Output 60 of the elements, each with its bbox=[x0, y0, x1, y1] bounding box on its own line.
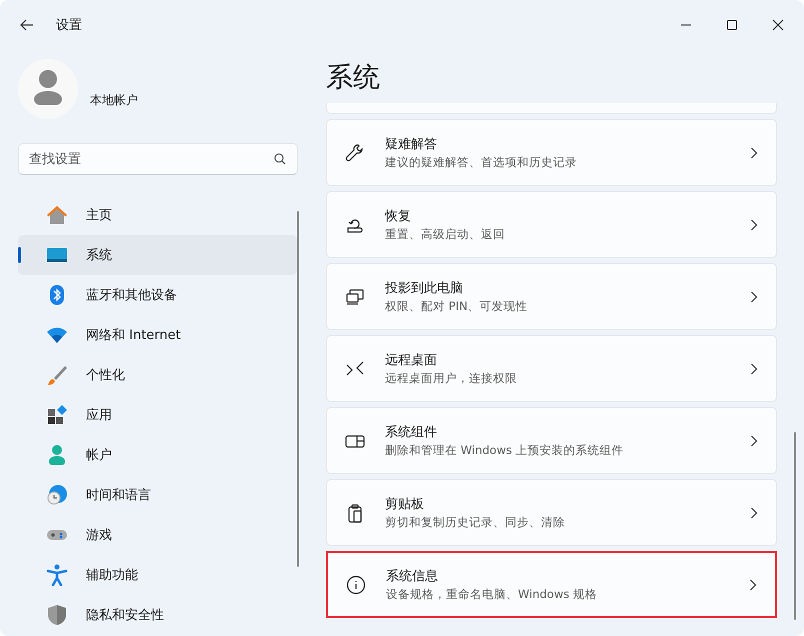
chevron-icon bbox=[750, 290, 758, 302]
maximize-icon[interactable] bbox=[726, 19, 738, 31]
chevron-icon bbox=[750, 362, 758, 374]
back-icon[interactable] bbox=[20, 19, 34, 31]
nav-item[interactable]: 帐户 bbox=[18, 435, 297, 475]
settings-card[interactable]: 系统组件 删除和管理在 Windows 上预安装的系统组件 bbox=[326, 407, 777, 474]
settings-card[interactable]: 系统信息 设备规格，重命名电脑、Windows 规格 bbox=[326, 551, 777, 618]
settings-card[interactable]: 剪贴板 剪切和复制历史记录、同步、清除 bbox=[326, 479, 777, 546]
nav-item[interactable]: 主页 bbox=[18, 195, 297, 235]
setting-description: 建议的疑难解答、首选项和历史记录 bbox=[385, 155, 578, 170]
accessibility-icon bbox=[46, 564, 68, 586]
nav-item[interactable]: 网络和 Internet bbox=[18, 315, 297, 355]
setting-title: 系统信息 bbox=[386, 568, 439, 585]
settings-card[interactable]: 投影到此电脑 权限、配对 PIN、可发现性 bbox=[326, 263, 777, 330]
scrollbar[interactable] bbox=[297, 211, 299, 567]
chevron-icon bbox=[750, 146, 758, 158]
settings-card[interactable]: 恢复 重置、高级启动、返回 bbox=[326, 191, 777, 258]
avatar-icon bbox=[18, 59, 78, 119]
nav-item[interactable]: 隐私和安全性 bbox=[18, 595, 297, 635]
chevron-icon bbox=[750, 218, 758, 230]
nav-item[interactable]: 应用 bbox=[18, 395, 297, 435]
chevron-icon bbox=[749, 578, 757, 590]
search-field[interactable]: 查找设置 bbox=[18, 143, 298, 175]
apps-icon bbox=[46, 404, 68, 426]
setting-title: 系统组件 bbox=[385, 424, 438, 441]
home-icon bbox=[46, 204, 68, 226]
nav-item[interactable]: 个性化 bbox=[18, 355, 297, 395]
setting-description: 权限、配对 PIN、可发现性 bbox=[385, 299, 529, 314]
setting-title: 疑难解答 bbox=[385, 136, 438, 153]
scrollbar[interactable] bbox=[794, 432, 796, 620]
nav-item[interactable]: 系统 bbox=[18, 235, 297, 275]
projector-icon bbox=[345, 286, 365, 306]
wrench-icon bbox=[345, 142, 365, 162]
person-icon bbox=[46, 444, 68, 466]
brush-icon bbox=[46, 364, 68, 386]
page-title: 系统 bbox=[326, 61, 381, 95]
chevron-icon bbox=[750, 506, 758, 518]
settings-card[interactable]: 疑难解答 建议的疑难解答、首选项和历史记录 bbox=[326, 119, 777, 186]
window-title: 设置 bbox=[56, 17, 82, 34]
setting-title: 恢复 bbox=[385, 208, 412, 225]
search-icon[interactable] bbox=[274, 153, 286, 165]
setting-description: 重置、高级启动、返回 bbox=[385, 227, 506, 242]
nav-item[interactable]: 时间和语言 bbox=[18, 475, 297, 515]
nav-item[interactable]: 游戏 bbox=[18, 515, 297, 555]
settings-card[interactable]: 远程桌面 远程桌面用户，连接权限 bbox=[326, 335, 777, 402]
setting-title: 剪贴板 bbox=[385, 496, 425, 513]
setting-description: 远程桌面用户，连接权限 bbox=[385, 371, 518, 386]
globe-clock-icon bbox=[46, 484, 68, 506]
setting-title: 远程桌面 bbox=[385, 352, 438, 369]
shield-icon bbox=[46, 604, 68, 626]
nav-item[interactable]: 辅助功能 bbox=[18, 555, 297, 595]
setting-description: 设备规格，重命名电脑、Windows 规格 bbox=[386, 587, 598, 602]
setting-title: 投影到此电脑 bbox=[385, 280, 464, 297]
info-icon bbox=[346, 574, 366, 594]
close-icon[interactable] bbox=[772, 19, 784, 31]
setting-description: 剪切和复制历史记录、同步、清除 bbox=[385, 515, 566, 530]
account-name: 本地帐户 bbox=[90, 92, 138, 108]
setting-description: 删除和管理在 Windows 上预安装的系统组件 bbox=[385, 443, 625, 458]
nav-item[interactable]: 蓝牙和其他设备 bbox=[18, 275, 297, 315]
chevron-icon bbox=[750, 434, 758, 446]
